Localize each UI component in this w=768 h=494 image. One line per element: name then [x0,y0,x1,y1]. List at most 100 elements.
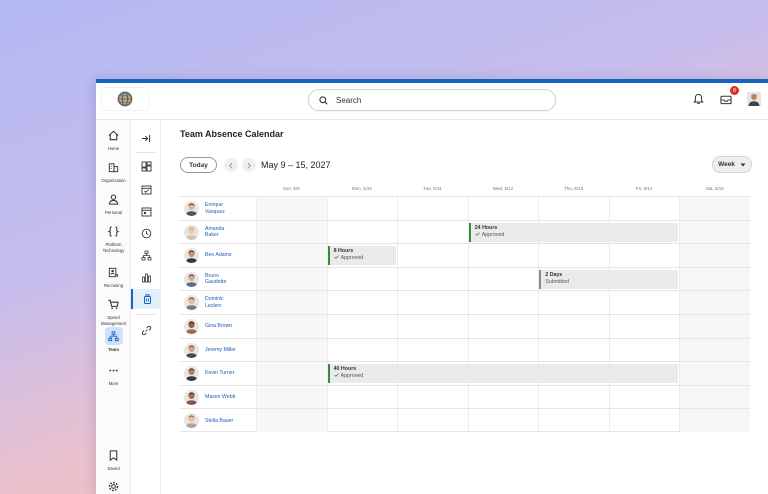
day-cell[interactable] [608,197,680,220]
day-cell[interactable] [538,197,609,220]
today-button[interactable]: Today [180,157,217,173]
absence-event[interactable]: 40 Hours Approved [327,364,679,384]
day-cell[interactable] [608,291,680,314]
person-avatar[interactable] [184,295,199,311]
person-name-link[interactable]: Dominic Leclerc [205,296,224,309]
day-cell[interactable] [256,244,327,267]
day-cell[interactable] [397,338,468,362]
day-cell[interactable] [679,197,750,220]
subnav-clock[interactable] [134,223,158,243]
person-name-link[interactable]: Kevin Turner [205,370,234,377]
day-cell[interactable] [256,362,327,385]
day-cell[interactable] [326,197,398,220]
view-selector[interactable]: Week [712,156,752,173]
person-avatar[interactable] [184,224,199,240]
subnav-bar-chart[interactable] [134,267,158,287]
day-cell[interactable] [326,291,398,314]
absence-event[interactable]: 24 Hours Approved [468,222,679,242]
day-cell[interactable] [256,338,327,362]
day-cell[interactable] [397,385,468,409]
subnav-calendar-check[interactable] [134,179,158,199]
rail-item-organization[interactable]: Organization [96,158,131,184]
person-avatar[interactable] [184,271,199,287]
rail-item-personal[interactable]: Personal [96,190,131,216]
rail-item-more[interactable]: More [96,361,131,387]
day-cell[interactable] [467,291,539,314]
day-cell[interactable] [679,362,750,385]
day-cell[interactable] [256,220,327,244]
day-cell[interactable] [538,315,609,338]
day-cell[interactable] [608,409,680,432]
day-cell[interactable] [679,244,750,267]
day-cell[interactable] [326,267,398,291]
day-cell[interactable] [256,409,327,432]
person-avatar[interactable] [184,366,199,382]
day-cell[interactable] [397,197,468,220]
day-cell[interactable] [538,338,609,362]
day-cell[interactable] [397,291,468,314]
person-name-link[interactable]: Enrique Vasquez [205,202,225,215]
person-name-link[interactable]: Jeremy Miller [205,347,236,354]
day-cell[interactable] [397,220,468,244]
person-avatar[interactable] [184,389,199,405]
notifications-button[interactable] [690,91,706,107]
collapse-panel-button[interactable] [134,128,158,148]
day-cell[interactable] [467,385,539,409]
search-bar[interactable]: Search [308,89,556,111]
person-name-link[interactable]: Mason Webb [205,394,235,401]
absence-event[interactable]: 2 Days Submitted [539,269,679,289]
day-cell[interactable] [256,197,327,220]
day-cell[interactable] [679,315,750,338]
day-cell[interactable] [467,315,539,338]
day-cell[interactable] [326,338,398,362]
day-cell[interactable] [679,409,750,432]
inbox-button[interactable]: 8 [718,86,739,107]
day-cell[interactable] [679,220,750,244]
day-cell[interactable] [679,385,750,409]
day-cell[interactable] [467,197,539,220]
next-week-button[interactable] [242,158,256,172]
subnav-links[interactable] [134,320,158,340]
day-cell[interactable] [467,267,539,291]
day-cell[interactable] [397,244,468,267]
subnav-absence[interactable] [131,289,161,309]
day-cell[interactable] [608,385,680,409]
day-cell[interactable] [326,315,398,338]
day-cell[interactable] [256,385,327,409]
person-avatar[interactable] [184,413,199,429]
day-cell[interactable] [538,385,609,409]
rail-item-platform-technology[interactable]: Platform Technology [96,222,131,253]
person-name-link[interactable]: Ben Adams [205,252,232,259]
day-cell[interactable] [538,244,609,267]
day-cell[interactable] [679,338,750,362]
day-cell[interactable] [467,244,539,267]
day-cell[interactable] [326,385,398,409]
rail-item-recruiting[interactable]: Recruiting [96,263,131,289]
day-cell[interactable] [256,315,327,338]
person-avatar[interactable] [184,342,199,358]
day-cell[interactable] [467,409,539,432]
workday-logo[interactable] [102,88,148,110]
person-avatar[interactable] [184,248,199,264]
person-name-link[interactable]: Stella Bauer [205,418,233,425]
day-cell[interactable] [538,409,609,432]
day-cell[interactable] [256,291,327,314]
day-cell[interactable] [538,291,609,314]
day-cell[interactable] [608,338,680,362]
subnav-dashboard[interactable] [134,156,158,176]
subnav-calendar[interactable] [134,201,158,221]
day-cell[interactable] [608,244,680,267]
person-avatar[interactable] [184,319,199,334]
rail-item-spend-management[interactable]: Spend Management [96,295,131,326]
day-cell[interactable] [467,338,539,362]
day-cell[interactable] [608,315,680,338]
profile-avatar[interactable] [746,91,762,107]
rail-item-settings[interactable] [96,477,131,494]
person-name-link[interactable]: Amanda Baker [205,226,224,239]
day-cell[interactable] [397,315,468,338]
person-avatar[interactable] [184,201,199,216]
absence-event[interactable]: 8 Hours Approved [327,246,397,266]
person-name-link[interactable]: Gina Brown [205,323,232,330]
day-cell[interactable] [256,267,327,291]
day-cell[interactable] [397,267,468,291]
